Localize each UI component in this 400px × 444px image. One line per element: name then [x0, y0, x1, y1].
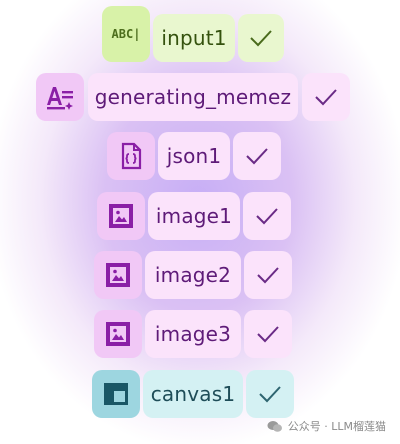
node-label: input1: [153, 14, 235, 62]
watermark-text: 公众号 · LLM榴莲猫: [287, 420, 386, 433]
node-image2[interactable]: image2: [94, 251, 292, 299]
node-label: image2: [145, 251, 241, 299]
image-icon: [97, 192, 145, 240]
node-json1[interactable]: json1: [107, 132, 281, 180]
checkmark-icon: [233, 132, 281, 180]
checkmark-icon: [246, 370, 294, 418]
image-icon: [94, 310, 142, 358]
node-image3[interactable]: image3: [94, 310, 292, 358]
canvas-layout-icon: [92, 370, 140, 418]
node-image1[interactable]: image1: [97, 192, 291, 240]
checkmark-icon: [244, 251, 292, 299]
node-input1[interactable]: ABC| input1: [102, 6, 284, 62]
checkmark-icon: [302, 73, 350, 121]
image-icon: [94, 251, 142, 299]
watermark: 公众号 · LLM榴莲猫: [267, 418, 386, 434]
node-label: image3: [145, 310, 241, 358]
text-input-icon: ABC|: [102, 6, 150, 62]
node-label: json1: [158, 132, 230, 180]
node-canvas1[interactable]: canvas1: [92, 370, 294, 418]
node-label: image1: [148, 192, 240, 240]
node-label: canvas1: [143, 370, 243, 418]
node-generating-memez[interactable]: generating_memez: [36, 73, 350, 121]
json-file-icon: [107, 132, 155, 180]
checkmark-icon: [243, 192, 291, 240]
checkmark-icon: [238, 14, 284, 62]
checkmark-icon: [244, 310, 292, 358]
wechat-icon: [267, 420, 282, 432]
node-label: generating_memez: [88, 73, 298, 121]
text-generation-icon: [36, 73, 84, 121]
